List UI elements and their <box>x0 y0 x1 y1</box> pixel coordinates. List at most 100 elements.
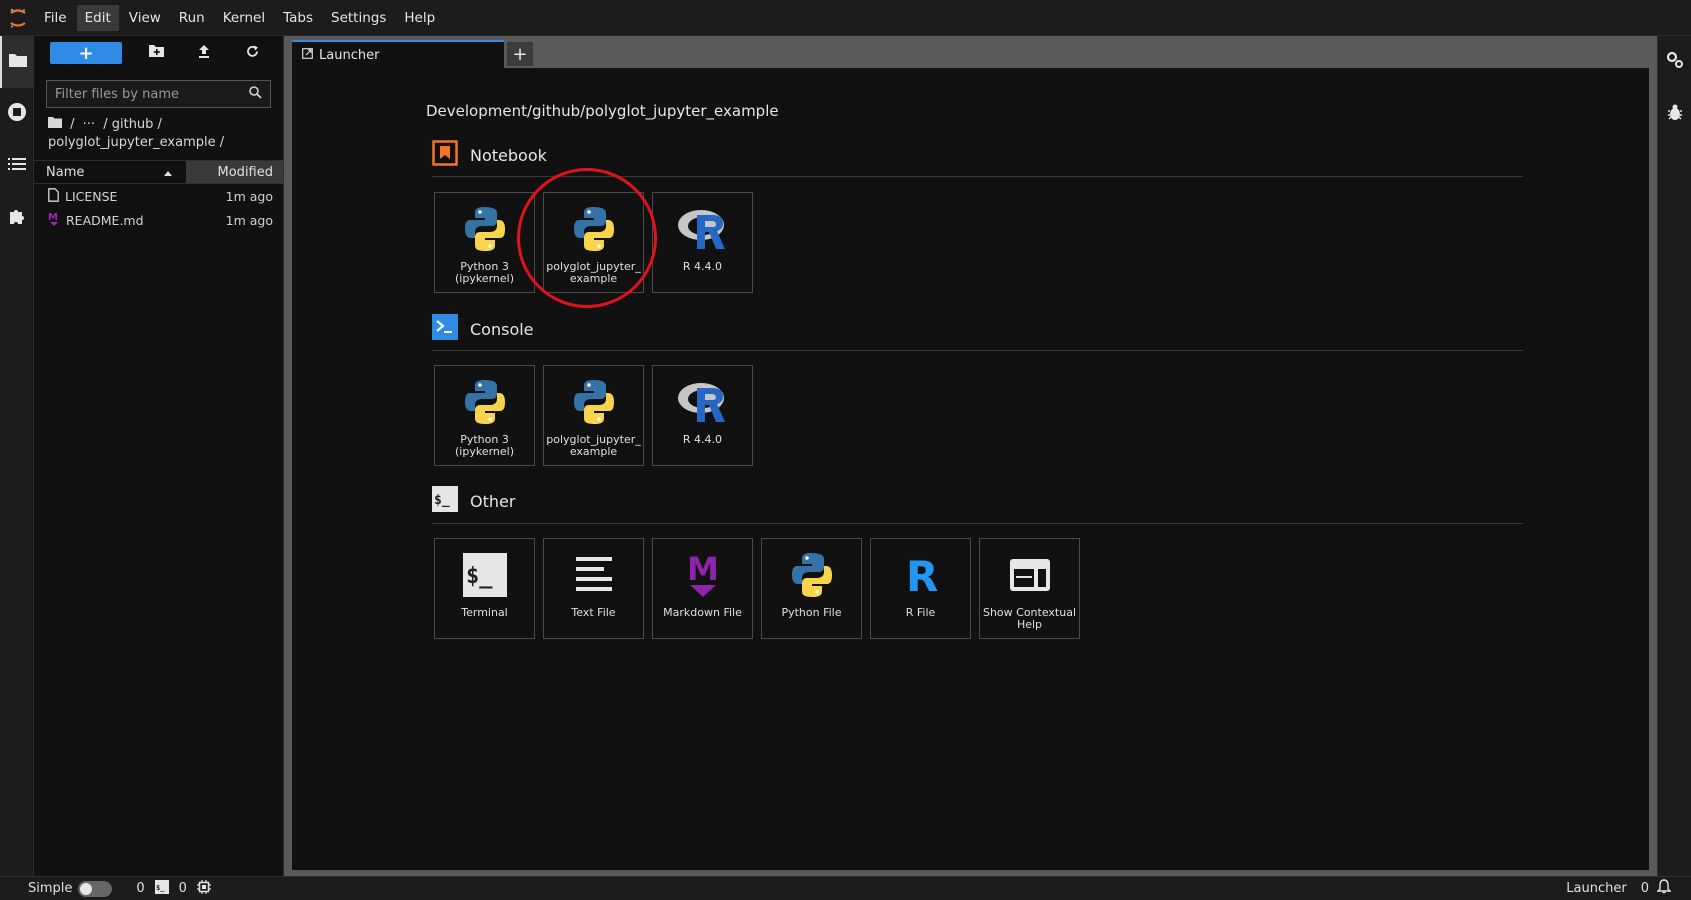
gears-icon <box>1666 51 1684 73</box>
file-icon <box>48 187 59 205</box>
card-label: Python 3 (ipykernel) <box>454 260 514 285</box>
console-section-title: Console <box>470 319 534 339</box>
tab-label: Launcher <box>319 47 380 63</box>
card-label: R File <box>905 606 936 619</box>
bug-icon <box>1667 103 1683 125</box>
terminal-card[interactable]: $_ Terminal <box>434 538 535 639</box>
simple-mode-label: Simple <box>28 881 73 896</box>
menu-tabs[interactable]: Tabs <box>275 5 321 31</box>
menu-help[interactable]: Help <box>396 5 443 31</box>
tab-launcher[interactable]: Launcher <box>292 40 504 68</box>
svg-text:R: R <box>906 553 938 597</box>
jupyter-logo-icon <box>0 0 36 36</box>
other-section-title: Other <box>470 491 516 511</box>
card-label: R 4.4.0 <box>682 433 723 446</box>
simple-mode-toggle[interactable] <box>78 880 113 897</box>
console-section-header: Console <box>432 314 534 344</box>
breadcrumb-ellipsis[interactable]: ··· <box>83 117 95 132</box>
menu-file[interactable]: File <box>36 5 75 31</box>
menu-edit[interactable]: Edit <box>76 4 119 31</box>
cpu-icon <box>196 879 211 898</box>
list-icon <box>8 157 26 175</box>
stop-circle-icon <box>7 102 27 126</box>
folder-icon <box>9 53 27 71</box>
contextual-help-card[interactable]: Show Contextual Help <box>979 538 1080 639</box>
card-label: Python 3 (ipykernel) <box>454 433 514 458</box>
r-logo-icon <box>677 203 729 255</box>
kernels-count[interactable]: 0 <box>136 881 144 896</box>
console-icon <box>432 314 458 344</box>
svg-text:$_: $_ <box>156 884 165 892</box>
new-tab-button[interactable]: + <box>507 42 533 66</box>
card-label: Terminal <box>461 606 508 619</box>
name-column-header[interactable]: Name <box>34 161 186 183</box>
console-r-card[interactable]: R 4.4.0 <box>652 365 753 466</box>
menu-settings[interactable]: Settings <box>323 5 394 31</box>
card-label: Markdown File <box>663 606 742 619</box>
upload-icon <box>198 44 210 62</box>
file-filter-input[interactable] <box>55 86 245 102</box>
launcher-path: Development/github/polyglot_jupyter_exam… <box>426 102 779 120</box>
current-activity-label: Launcher <box>1566 881 1627 896</box>
modified-column-header[interactable]: Modified <box>186 161 283 183</box>
tab-bar: Launcher + <box>284 36 1657 68</box>
menu-kernel[interactable]: Kernel <box>215 5 273 31</box>
breadcrumb: / ··· / github / polyglot_jupyter_exampl… <box>34 108 283 152</box>
menu-bar: File Edit View Run Kernel Tabs Settings … <box>0 0 1691 36</box>
python-icon <box>459 376 511 428</box>
bell-icon[interactable] <box>1656 879 1672 898</box>
file-browser-tab[interactable] <box>0 36 34 88</box>
svg-text:M: M <box>687 552 719 588</box>
python-icon <box>459 203 511 255</box>
sort-ascending-icon <box>164 165 172 180</box>
notebook-r-card[interactable]: R 4.4.0 <box>652 192 753 293</box>
python-icon <box>786 549 838 601</box>
file-modified: 1m ago <box>225 188 273 204</box>
other-section-header: $_ Other <box>432 486 515 516</box>
file-browser: + / ··· / github / <box>34 36 284 876</box>
file-row-readme[interactable]: M README.md 1m ago <box>34 208 283 232</box>
notebook-python3-card[interactable]: Python 3 (ipykernel) <box>434 192 535 293</box>
notebook-polyglot-card[interactable]: polyglot_jupyter_ example <box>543 192 644 293</box>
console-polyglot-card[interactable]: polyglot_jupyter_ example <box>543 365 644 466</box>
console-python3-card[interactable]: Python 3 (ipykernel) <box>434 365 535 466</box>
card-label: polyglot_jupyter_ example <box>546 260 641 285</box>
breadcrumb-current[interactable]: polyglot_jupyter_example / <box>48 135 224 150</box>
section-divider <box>432 176 1523 177</box>
menu-view[interactable]: View <box>121 5 169 31</box>
contextual-help-icon <box>1004 549 1056 601</box>
terminal-status-icon: $_ <box>154 879 169 898</box>
python-icon <box>568 203 620 255</box>
notebook-section-title: Notebook <box>470 145 547 165</box>
terminals-count[interactable]: 0 <box>179 881 187 896</box>
right-activity-bar <box>1657 36 1691 876</box>
extensions-tab[interactable] <box>0 192 34 244</box>
debugger-tab[interactable] <box>1658 88 1691 140</box>
name-column-label: Name <box>46 164 85 180</box>
menu-run[interactable]: Run <box>171 5 213 31</box>
markdown-icon: M <box>677 549 729 601</box>
property-inspector-tab[interactable] <box>1658 36 1691 88</box>
refresh-button[interactable] <box>228 42 276 64</box>
breadcrumb-home-folder-icon[interactable] <box>48 117 66 132</box>
notifications-count[interactable]: 0 <box>1641 881 1649 896</box>
file-modified: 1m ago <box>225 212 273 228</box>
file-filter-search <box>46 80 271 108</box>
text-file-card[interactable]: Text File <box>543 538 644 639</box>
notebook-icon <box>432 140 458 170</box>
breadcrumb-github[interactable]: / github / <box>103 117 162 132</box>
new-folder-button[interactable] <box>132 42 180 64</box>
file-row-license[interactable]: LICENSE 1m ago <box>34 184 283 208</box>
section-divider <box>432 523 1523 524</box>
card-label: polyglot_jupyter_ example <box>546 433 641 458</box>
svg-text:$_: $_ <box>466 564 493 589</box>
refresh-icon <box>246 45 259 62</box>
new-launcher-button[interactable]: + <box>50 42 122 64</box>
running-sessions-tab[interactable] <box>0 88 34 140</box>
table-of-contents-tab[interactable] <box>0 140 34 192</box>
markdown-file-card[interactable]: M Markdown File <box>652 538 753 639</box>
r-file-card[interactable]: R R File <box>870 538 971 639</box>
section-divider <box>432 350 1523 351</box>
python-file-card[interactable]: Python File <box>761 538 862 639</box>
upload-button[interactable] <box>180 42 228 64</box>
